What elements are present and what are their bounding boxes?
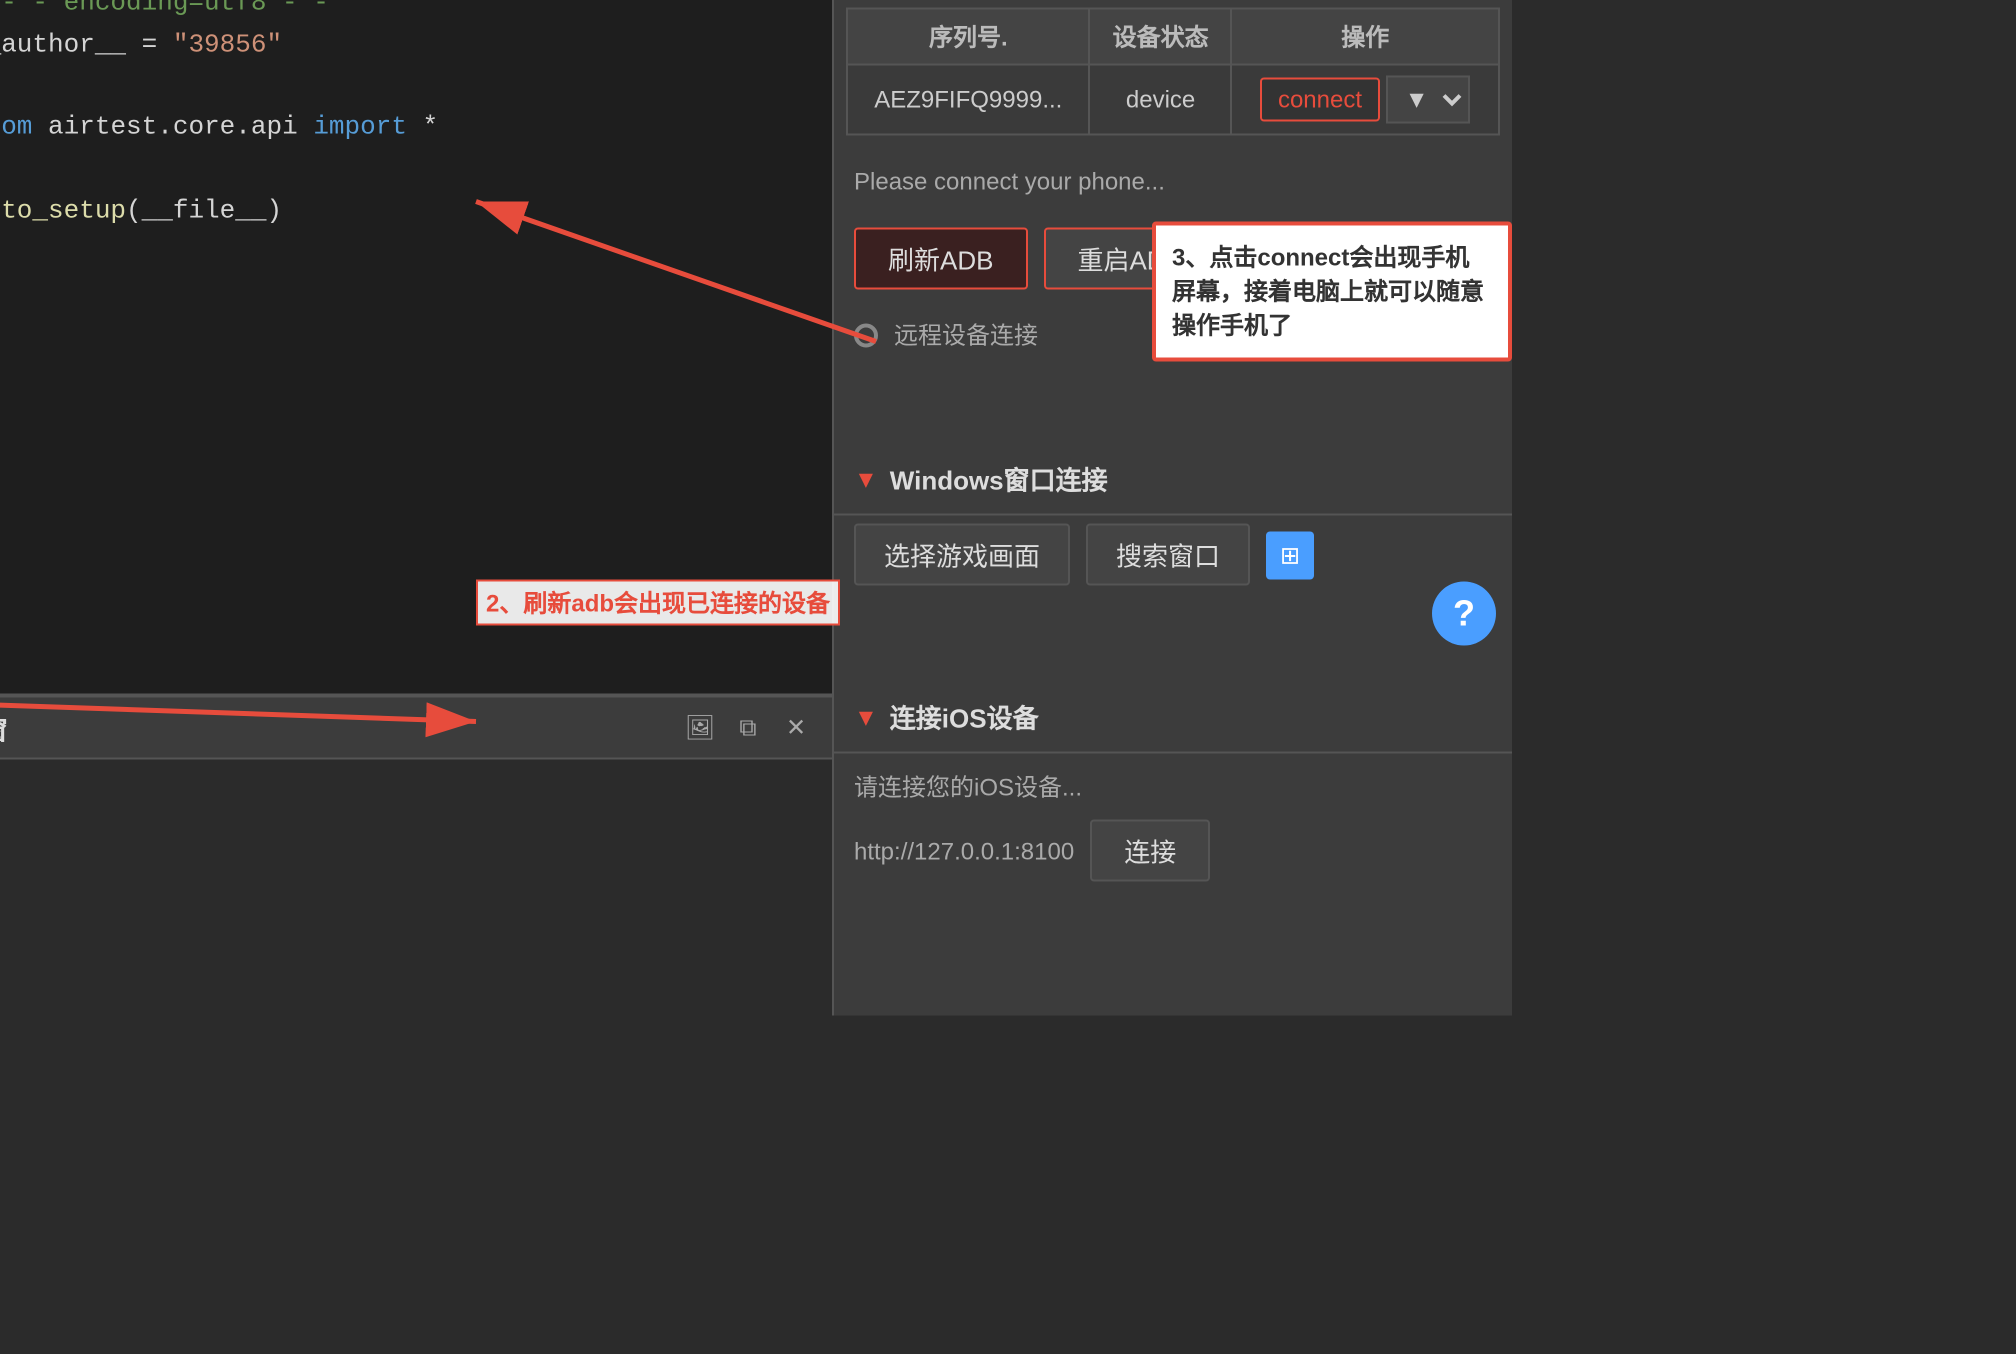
windows-section-header[interactable]: ▼ Windows窗口连接 <box>834 444 1512 516</box>
device-status: device <box>1090 65 1232 135</box>
step3-callout: 3、点击connect会出现手机屏幕，接着电脑上就可以随意操作手机了 <box>1152 222 1512 363</box>
device-panel: 设备窗 ⟳ ⧉ ▼ 移动设备连接 序列号. 设备状态 操作 <box>832 0 1512 1016</box>
log-content <box>0 760 832 1016</box>
ios-section-arrow: ▼ <box>854 703 878 731</box>
remote-connect-label: 远程设备连接 <box>894 318 1038 352</box>
windows-section-arrow: ▼ <box>854 465 878 493</box>
code-content[interactable]: # -*- encoding=utf8 -*- __author__ = "39… <box>0 0 832 694</box>
script-editor-panel: 脚本编辑窗 ⧉ ✕ script1.air ✕ ＋ ▼ <box>0 0 832 696</box>
device-connect-status: Please connect your phone... <box>834 152 1512 212</box>
log-float-button[interactable]: ⧉ <box>728 708 768 748</box>
ios-section: 请连接您的iOS设备... http://127.0.0.1:8100 连接 <box>834 754 1512 898</box>
col-action: 操作 <box>1232 9 1499 65</box>
ios-connect-button[interactable]: 连接 <box>1090 820 1210 882</box>
device-table: 序列号. 设备状态 操作 AEZ9FIFQ9999... device conn… <box>846 8 1500 136</box>
connect-button[interactable]: connect <box>1260 78 1380 122</box>
refresh-adb-button[interactable]: 刷新ADB <box>854 228 1027 290</box>
screenshot-button[interactable]: ⊞ <box>1266 531 1314 579</box>
windows-section: 选择游戏画面 搜索窗口 ⊞ <box>834 516 1512 602</box>
log-close-button[interactable]: ✕ <box>776 708 816 748</box>
connect-dropdown[interactable]: ▼ <box>1387 76 1471 124</box>
log-icon-button[interactable]: 🖼 <box>680 708 720 748</box>
remote-radio[interactable] <box>854 323 878 347</box>
device-row: AEZ9FIFQ9999... device connect ▼ <box>847 65 1499 135</box>
col-serial: 序列号. <box>847 9 1090 65</box>
search-window-button[interactable]: 搜索窗口 <box>1086 524 1250 586</box>
windows-section-title: Windows窗口连接 <box>890 460 1108 498</box>
code-editor[interactable]: 1 2 3 4 5 6 7 # -*- encoding=utf8 -*- __… <box>0 0 832 694</box>
log-controls: 🖼 ⧉ ✕ <box>680 708 816 748</box>
select-game-window-button[interactable]: 选择游戏画面 <box>854 524 1070 586</box>
windows-buttons: 选择游戏画面 搜索窗口 ⊞ <box>854 524 1492 586</box>
center-panel: 脚本编辑窗 ⧉ ✕ script1.air ✕ ＋ ▼ <box>0 0 832 1016</box>
device-action-cell: connect ▼ <box>1232 65 1499 135</box>
device-serial: AEZ9FIFQ9999... <box>847 65 1090 135</box>
help-button-mobile: ? <box>1432 582 1496 646</box>
log-panel: Log查看窗 🖼 ⧉ ✕ <box>0 696 832 1016</box>
main-content: Airtest辅助窗 ⧉ ✕ All + ⧉ <box>0 0 1512 1016</box>
col-status: 设备状态 <box>1090 9 1232 65</box>
ios-status-text: 请连接您的iOS设备... <box>854 762 1492 812</box>
log-panel-title: Log查看窗 <box>0 709 8 747</box>
mobile-help-icon[interactable]: ? <box>1432 582 1496 646</box>
device-table-container: 序列号. 设备状态 操作 AEZ9FIFQ9999... device conn… <box>834 0 1512 152</box>
ios-section-title: 连接iOS设备 <box>890 698 1039 736</box>
ios-section-header[interactable]: ▼ 连接iOS设备 <box>834 682 1512 754</box>
ios-url-text: http://127.0.0.1:8100 <box>854 829 1074 873</box>
log-panel-header: Log查看窗 🖼 ⧉ ✕ <box>0 698 832 760</box>
